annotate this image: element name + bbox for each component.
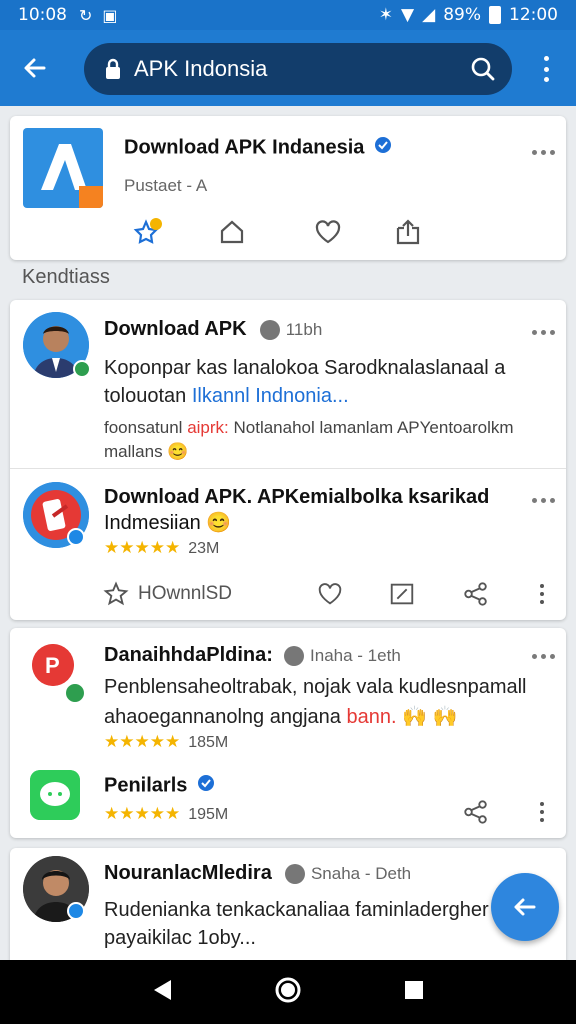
share-button[interactable] xyxy=(460,578,492,610)
back-arrow-icon xyxy=(24,58,46,78)
svg-text:P: P xyxy=(45,653,60,678)
app-icon-chat[interactable] xyxy=(30,770,80,820)
section-heading: Kendtiass xyxy=(22,266,110,288)
star-icon xyxy=(133,218,162,244)
globe-icon xyxy=(284,645,305,666)
share-box-icon xyxy=(396,219,420,245)
verified-badge xyxy=(67,528,85,546)
heart-icon xyxy=(315,220,341,244)
share-icon xyxy=(464,800,487,824)
post-author: Download APK 11bh xyxy=(104,318,323,340)
battery-icon xyxy=(489,6,501,24)
edit-box-icon xyxy=(390,583,414,605)
nav-back-button[interactable] xyxy=(151,978,173,1006)
post-text: Penblensaheoltrabak, nojak vala kudlesnp… xyxy=(104,676,527,728)
vibrate-icon: ✶ xyxy=(378,5,394,25)
post-text: Koponpar kas lanalokoa Sarodknalaslanaal… xyxy=(104,357,506,407)
app-logo xyxy=(23,128,103,208)
post-author: DanaihhdaPldina: Inaha - 1eth xyxy=(104,644,401,666)
share-button[interactable] xyxy=(460,796,492,828)
post-time: 11bh xyxy=(285,320,323,339)
star-outline-icon xyxy=(103,581,129,606)
status-bar: 10:08 ↻ ▣ ✶ ▼ ◢ 89% 12:00 xyxy=(0,0,576,30)
rating-count: 23M xyxy=(188,540,220,557)
signal-icon: ◢ xyxy=(422,5,436,25)
share-button[interactable] xyxy=(390,214,426,250)
rating: ★★★★★ 23M xyxy=(104,538,220,558)
like-button[interactable] xyxy=(314,578,346,610)
sync-icon: ↻ xyxy=(79,5,93,25)
post-link[interactable]: Ilkannl Indnonia... xyxy=(192,385,349,407)
triangle-back-icon xyxy=(153,980,171,1000)
verified-badge xyxy=(67,902,85,920)
favorite-star-button[interactable] xyxy=(130,214,166,250)
app-title: Download APK Indanesia xyxy=(124,136,392,160)
app-icon-p[interactable]: P xyxy=(32,644,74,686)
comment-button[interactable] xyxy=(386,578,418,610)
card-menu-button[interactable] xyxy=(532,150,555,155)
app-header-card: Download APK Indanesia Pustaet - A xyxy=(10,116,566,260)
search-query[interactable]: APK Indonsia xyxy=(134,56,470,82)
overflow-menu-button[interactable] xyxy=(532,52,560,86)
house-icon xyxy=(220,220,244,244)
system-nav-bar xyxy=(0,960,576,1024)
post-card: Download APK 11bh Koponpar kas lanalokoa… xyxy=(10,300,566,620)
lock-icon xyxy=(104,58,122,80)
nav-home-button[interactable] xyxy=(274,976,302,1008)
search-bar[interactable]: APK Indonsia xyxy=(84,43,512,95)
square-recents-icon xyxy=(405,981,424,999)
globe-icon xyxy=(260,319,281,340)
sub-rating-count: 195M xyxy=(188,806,229,823)
online-badge xyxy=(64,682,86,704)
rating: ★★★★★ 185M xyxy=(104,732,229,752)
share-fab-button[interactable] xyxy=(491,873,559,941)
post-card: P DanaihhdaPldina: Inaha - 1eth Penblens… xyxy=(10,628,566,838)
notification-icon: ▣ xyxy=(102,5,118,25)
nav-recents-button[interactable] xyxy=(403,979,425,1005)
app-bar: APK Indonsia xyxy=(0,30,576,106)
online-badge xyxy=(73,360,91,378)
status-time: 10:08 xyxy=(18,5,67,25)
like-button[interactable] xyxy=(310,214,346,250)
app-listing-title: Download APK. APKemialbolka ksarikad Ind… xyxy=(104,486,490,534)
verified-icon xyxy=(374,136,392,160)
listing-menu-button[interactable] xyxy=(532,498,555,503)
more-options-button[interactable] xyxy=(540,802,544,822)
sub-app-title: Penilarls xyxy=(104,774,215,798)
circle-home-icon xyxy=(275,977,301,1003)
post-menu-button[interactable] xyxy=(532,654,555,659)
post-menu-button[interactable] xyxy=(532,330,555,335)
battery-percent: 89% xyxy=(443,5,481,25)
search-icon[interactable] xyxy=(470,56,496,82)
back-button[interactable] xyxy=(0,30,70,106)
divider xyxy=(10,468,566,469)
sub-rating: ★★★★★ 195M xyxy=(104,804,229,824)
status-clock: 12:00 xyxy=(509,5,558,25)
share-icon xyxy=(464,582,487,606)
more-options-button[interactable] xyxy=(540,584,544,604)
post-time: Snaha - Deth xyxy=(310,864,412,883)
verified-icon xyxy=(197,774,215,798)
wifi-icon: ▼ xyxy=(401,5,415,25)
app-subtitle: Pustaet - A xyxy=(124,176,208,195)
post-note: foonsatunl aiprk: Notlanahol lamanlam AP… xyxy=(104,418,514,461)
post-time: Inaha - 1eth xyxy=(310,646,401,665)
globe-icon xyxy=(285,863,306,884)
home-button[interactable] xyxy=(214,214,250,250)
post-card: NouranlacMledira Snaha - Deth Rudenianka… xyxy=(10,848,566,968)
reply-arrow-icon xyxy=(514,898,536,916)
download-action-button[interactable]: HOwnnlSD xyxy=(102,578,232,610)
rating-count: 185M xyxy=(188,734,229,751)
heart-icon xyxy=(318,583,342,605)
post-author: NouranlacMledira Snaha - Deth xyxy=(104,862,412,884)
post-text: Rudenianka tenkackanaliaa faminladergher… xyxy=(104,899,489,949)
